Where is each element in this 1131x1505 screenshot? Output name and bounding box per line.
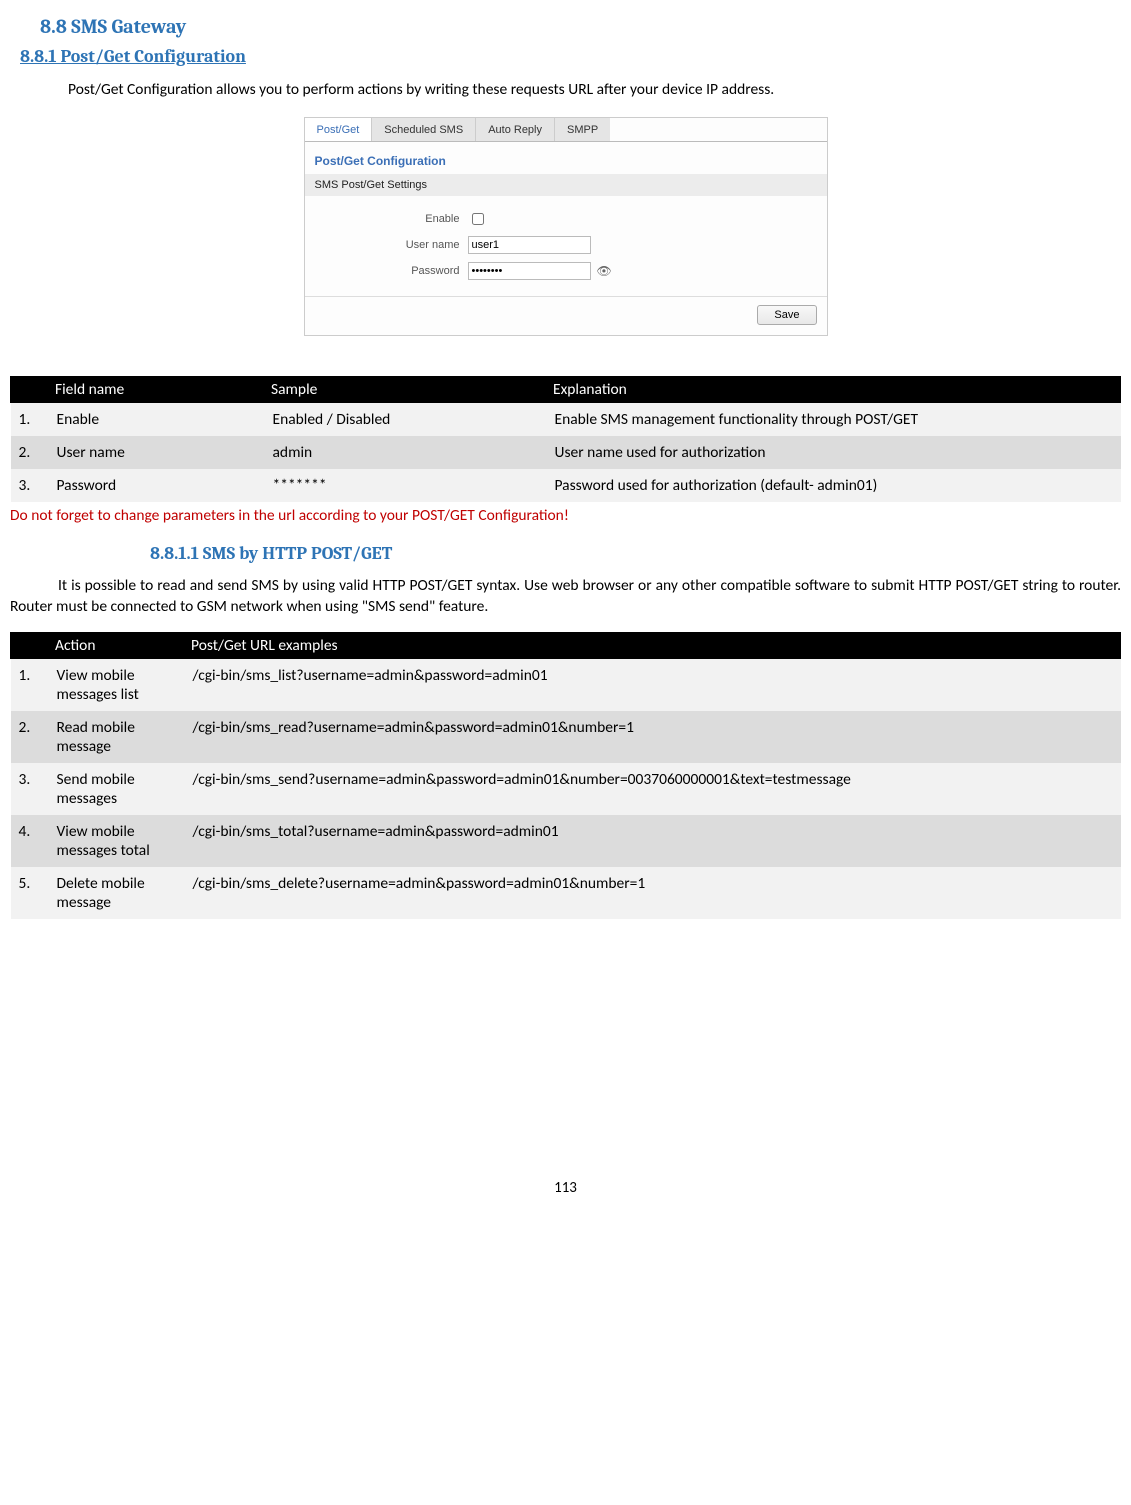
tab-scheduled-sms[interactable]: Scheduled SMS <box>372 118 476 141</box>
cell-action: Send mobile messages <box>49 763 185 815</box>
cell-expl: Password used for authorization (default… <box>547 469 1121 502</box>
table-row: 2. User name admin User name used for au… <box>11 436 1121 469</box>
tab-auto-reply[interactable]: Auto Reply <box>476 118 555 141</box>
table-row: 2. Read mobile message /cgi-bin/sms_read… <box>11 711 1121 763</box>
th-url: Post/Get URL examples <box>185 632 1121 658</box>
cell-action: View mobile messages list <box>49 658 185 711</box>
warning-text: Do not forget to change parameters in th… <box>10 506 1121 525</box>
cell-sample: Enabled / Disabled <box>265 402 547 436</box>
checkbox-enable[interactable] <box>472 213 484 225</box>
cell-num: 3. <box>11 469 49 502</box>
settings-band: SMS Post/Get Settings <box>305 174 827 196</box>
table-row: 3. Send mobile messages /cgi-bin/sms_sen… <box>11 763 1121 815</box>
heading-sms-http: 8.8.1.1 SMS by HTTP POST/GET <box>150 543 1121 564</box>
table-row: 1. View mobile messages list /cgi-bin/sm… <box>11 658 1121 711</box>
cell-num: 3. <box>11 763 49 815</box>
page-number: 113 <box>10 1179 1121 1197</box>
ui-screenshot: Post/Get Scheduled SMS Auto Reply SMPP P… <box>304 117 828 336</box>
cell-url: /cgi-bin/sms_read?username=admin&passwor… <box>185 711 1121 763</box>
form-row-password: Password 👁 <box>305 258 827 284</box>
cell-num: 2. <box>11 436 49 469</box>
heading-sms-gateway: 8.8 SMS Gateway <box>40 15 1121 38</box>
cell-sample: admin <box>265 436 547 469</box>
form-area: Enable User name Password 👁 <box>305 196 827 290</box>
intro-paragraph-2: It is possible to read and send SMS by u… <box>10 576 1121 618</box>
reveal-password-icon[interactable]: 👁 <box>597 264 612 278</box>
label-username: User name <box>305 239 468 251</box>
intro-paragraph-1: Post/Get Configuration allows you to per… <box>20 79 1111 101</box>
cell-field: User name <box>49 436 265 469</box>
tab-post-get[interactable]: Post/Get <box>305 118 373 141</box>
heading-post-get-config: 8.8.1 Post/Get Configuration <box>20 46 1121 67</box>
table-row: 4. View mobile messages total /cgi-bin/s… <box>11 815 1121 867</box>
th-action: Action <box>49 632 185 658</box>
form-row-enable: Enable <box>305 206 827 232</box>
table-row: 3. Password ******* Password used for au… <box>11 469 1121 502</box>
cell-url: /cgi-bin/sms_delete?username=admin&passw… <box>185 867 1121 919</box>
label-password: Password <box>305 265 468 277</box>
cell-num: 5. <box>11 867 49 919</box>
config-table: Field name Sample Explanation 1. Enable … <box>10 376 1121 502</box>
cell-sample: ******* <box>265 469 547 502</box>
tabs-row: Post/Get Scheduled SMS Auto Reply SMPP <box>305 118 827 142</box>
save-button[interactable]: Save <box>757 305 816 325</box>
screenshot-container: Post/Get Scheduled SMS Auto Reply SMPP P… <box>10 117 1121 336</box>
screenshot-section-title: Post/Get Configuration <box>305 142 827 174</box>
cell-action: Read mobile message <box>49 711 185 763</box>
table-row: 1. Enable Enabled / Disabled Enable SMS … <box>11 402 1121 436</box>
cell-url: /cgi-bin/sms_list?username=admin&passwor… <box>185 658 1121 711</box>
cell-url: /cgi-bin/sms_total?username=admin&passwo… <box>185 815 1121 867</box>
save-row: Save <box>305 296 827 335</box>
table-row: 5. Delete mobile message /cgi-bin/sms_de… <box>11 867 1121 919</box>
input-password[interactable] <box>468 262 591 280</box>
cell-action: Delete mobile message <box>49 867 185 919</box>
form-row-username: User name <box>305 232 827 258</box>
cell-field: Enable <box>49 402 265 436</box>
th-field: Field name <box>49 376 265 402</box>
tab-smpp[interactable]: SMPP <box>555 118 610 141</box>
cell-action: View mobile messages total <box>49 815 185 867</box>
cell-expl: Enable SMS management functionality thro… <box>547 402 1121 436</box>
cell-field: Password <box>49 469 265 502</box>
input-username[interactable] <box>468 236 591 254</box>
cell-url: /cgi-bin/sms_send?username=admin&passwor… <box>185 763 1121 815</box>
cell-num: 1. <box>11 402 49 436</box>
cell-num: 2. <box>11 711 49 763</box>
th-num2 <box>11 632 49 658</box>
th-num <box>11 376 49 402</box>
cell-num: 4. <box>11 815 49 867</box>
url-table: Action Post/Get URL examples 1. View mob… <box>10 632 1121 919</box>
cell-num: 1. <box>11 658 49 711</box>
th-sample: Sample <box>265 376 547 402</box>
th-explanation: Explanation <box>547 376 1121 402</box>
cell-expl: User name used for authorization <box>547 436 1121 469</box>
label-enable: Enable <box>305 213 468 225</box>
